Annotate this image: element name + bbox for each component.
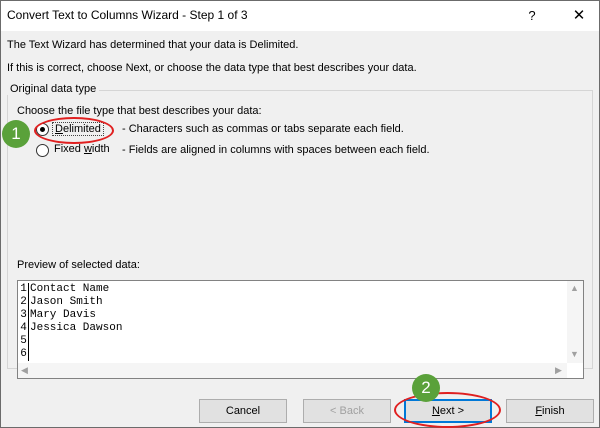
scroll-right-icon[interactable]: ▶	[555, 365, 562, 376]
fixed-width-radio[interactable]	[36, 144, 49, 157]
vertical-scrollbar[interactable]: ▲ ▼	[567, 281, 583, 363]
preview-row: 1 Contact Name	[19, 283, 122, 296]
preview-row: 4 Jessica Dawson	[19, 322, 122, 335]
label-part: idth	[91, 143, 110, 155]
scroll-left-icon[interactable]: ◀	[21, 365, 28, 376]
cancel-button[interactable]: Cancel	[199, 399, 287, 423]
scroll-down-icon[interactable]: ▼	[570, 349, 579, 359]
info-text-line2: If this is correct, choose Next, or choo…	[7, 62, 417, 74]
label-part: Fixed	[54, 143, 84, 155]
step-callout-2: 2	[412, 374, 440, 402]
preview-row: 5	[19, 335, 122, 348]
preview-row: 3 Mary Davis	[19, 309, 122, 322]
preview-row-text: Jessica Dawson	[30, 322, 123, 334]
label-rest: inish	[542, 405, 565, 417]
preview-row-number: 3	[19, 309, 29, 322]
dialog-title: Convert Text to Columns Wizard - Step 1 …	[7, 8, 248, 22]
preview-label: Preview of selected data:	[17, 259, 140, 271]
preview-rows: 1 Contact Name 2 Jason Smith 3 Mary Davis 4 Jes…	[19, 283, 122, 361]
preview-row-number: 5	[19, 335, 29, 348]
preview-row-text: Contact Name	[30, 283, 110, 295]
close-icon[interactable]: ✕	[567, 5, 591, 27]
help-icon[interactable]: ?	[521, 5, 543, 27]
scroll-up-icon[interactable]: ▲	[570, 283, 579, 293]
highlight-ellipse-next	[394, 392, 501, 428]
title-bar: Convert Text to Columns Wizard - Step 1 …	[1, 1, 599, 31]
delimited-description: - Characters such as commas or tabs sepa…	[122, 123, 404, 135]
highlight-ellipse-delimited	[34, 117, 114, 144]
preview-row-number: 2	[19, 296, 29, 309]
file-type-prompt: Choose the file type that best describes…	[17, 105, 262, 117]
fixed-width-description: - Fields are aligned in columns with spa…	[122, 144, 430, 156]
preview-row: 6	[19, 348, 122, 361]
group-legend: Original data type	[7, 83, 100, 95]
preview-row-text: Jason Smith	[30, 296, 103, 308]
fixed-width-label[interactable]: Fixed width	[54, 143, 110, 155]
horizontal-scrollbar[interactable]: ◀ ▶	[18, 363, 567, 378]
finish-button[interactable]: Finish	[506, 399, 594, 423]
preview-row: 2 Jason Smith	[19, 296, 122, 309]
preview-row-number: 1	[19, 283, 29, 296]
preview-row-number: 6	[19, 348, 29, 361]
preview-row-text: Mary Davis	[30, 309, 97, 321]
wizard-dialog: Convert Text to Columns Wizard - Step 1 …	[0, 0, 600, 428]
back-button[interactable]: < Back	[303, 399, 391, 423]
preview-pane[interactable]: 1 Contact Name 2 Jason Smith 3 Mary Davis 4 Jes…	[17, 280, 584, 379]
info-text-line1: The Text Wizard has determined that your…	[7, 39, 299, 51]
step-callout-1: 1	[2, 120, 30, 148]
mnemonic-letter: w	[83, 143, 92, 155]
preview-row-number: 4	[19, 322, 29, 335]
